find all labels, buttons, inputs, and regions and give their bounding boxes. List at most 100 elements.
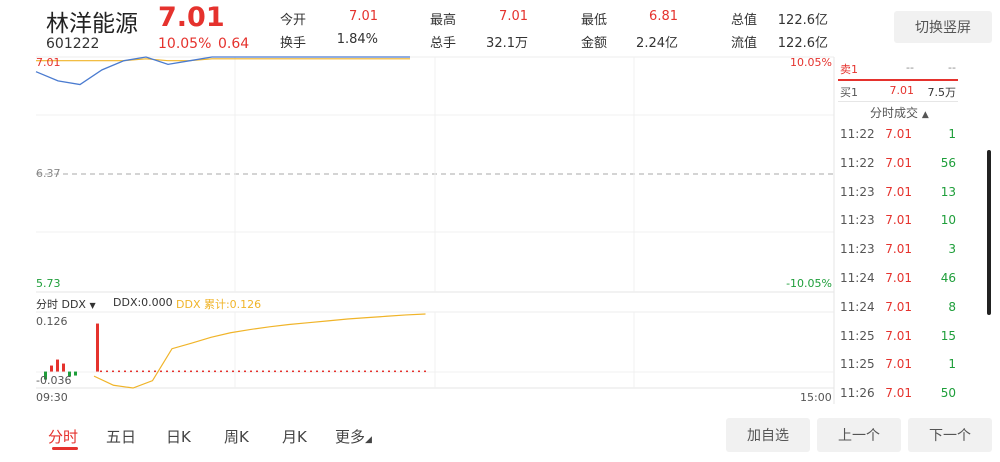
- tick-price: 7.01: [885, 213, 912, 228]
- tick-price: 7.01: [885, 299, 912, 314]
- tab-monthly-k[interactable]: 月K: [282, 426, 307, 447]
- tick-time: 11:24: [840, 271, 875, 285]
- ddx-bar: [118, 370, 120, 373]
- tab-intraday[interactable]: 分时: [48, 426, 78, 447]
- ddx-bar: [316, 370, 318, 373]
- tab-more[interactable]: 更多◢: [335, 426, 372, 447]
- average-price-line: [36, 58, 410, 62]
- ticks-title[interactable]: 分时成交 ▲: [870, 104, 929, 121]
- tick-time: 11:22: [840, 155, 875, 170]
- tick-time: 11:24: [840, 299, 875, 314]
- caret-up-icon: ▲: [921, 110, 929, 120]
- tick-time: 11:25: [840, 357, 875, 372]
- indicator-bottom-value: -0.036: [36, 374, 72, 387]
- tick-volume: 56: [940, 155, 956, 170]
- ddx-bar: [202, 370, 204, 373]
- tick-price: 7.01: [885, 328, 912, 343]
- ddx-bar: [334, 370, 336, 373]
- ddx-bar: [214, 370, 216, 373]
- tick-volume: 8: [948, 299, 956, 314]
- ddx-bar: [96, 323, 99, 372]
- ddx-bar: [346, 370, 348, 373]
- ddx-bar: [220, 370, 222, 373]
- ddx-bar: [112, 370, 114, 373]
- ddx-bar: [340, 370, 342, 373]
- tick-time: 11:23: [840, 184, 875, 199]
- ddx-bar: [304, 370, 306, 373]
- ticks-title-label: 分时成交: [870, 106, 919, 120]
- ddx-bar: [364, 370, 366, 373]
- ddx-bar: [190, 370, 192, 373]
- orderbook-divider: [838, 79, 958, 81]
- ddx-bar: [232, 370, 234, 373]
- ddx-bar: [292, 370, 294, 373]
- ddx-bar: [280, 370, 282, 373]
- ddx-bar: [166, 370, 168, 373]
- tab-daily-k[interactable]: 日K: [166, 426, 191, 447]
- previous-stock-button[interactable]: 上一个: [817, 418, 901, 452]
- tick-time: 11:22: [840, 127, 875, 141]
- ddx-value: DDX:0.000: [113, 296, 173, 309]
- ddx-bar: [244, 370, 246, 373]
- time-end-label: 15:00: [800, 391, 832, 404]
- ddx-bar: [130, 370, 132, 373]
- ddx-bar: [208, 370, 210, 373]
- ddx-bar: [142, 370, 144, 373]
- sell1-volume: --: [948, 61, 956, 74]
- tab-five-day[interactable]: 五日: [106, 426, 136, 447]
- axis-top-pct: 10.05%: [790, 56, 832, 69]
- ddx-bar: [328, 370, 330, 373]
- ddx-bar: [418, 370, 420, 373]
- ddx-bar: [406, 370, 408, 373]
- tick-price: 7.01: [885, 386, 912, 401]
- ddx-bar: [178, 370, 180, 373]
- axis-bottom-price: 5.73: [36, 277, 61, 290]
- tick-volume: 15: [940, 328, 956, 343]
- tick-price: 7.01: [885, 271, 912, 285]
- next-stock-button[interactable]: 下一个: [908, 418, 992, 452]
- time-start-label: 09:30: [36, 391, 68, 404]
- ddx-bar: [412, 370, 414, 373]
- ddx-bar: [238, 370, 240, 373]
- ddx-bar: [226, 370, 228, 373]
- ddx-bar: [394, 370, 396, 373]
- ddx-bar: [310, 370, 312, 373]
- ddx-bar: [50, 365, 53, 372]
- ddx-bar: [352, 370, 354, 373]
- tick-time: 11:23: [840, 213, 875, 228]
- ddx-bar: [148, 370, 150, 373]
- ddx-cumulative-line: [93, 313, 426, 389]
- ddx-bar: [124, 370, 126, 373]
- ddx-bar: [172, 370, 174, 373]
- tab-weekly-k[interactable]: 周K: [224, 426, 249, 447]
- ddx-bar: [400, 370, 402, 373]
- axis-mid-price: 6.37: [36, 167, 61, 180]
- add-watchlist-button[interactable]: 加自选: [726, 418, 810, 452]
- tick-volume: 1: [948, 127, 956, 141]
- corner-arrow-icon: ◢: [365, 435, 372, 445]
- dropdown-icon: ▼: [89, 301, 96, 310]
- ddx-bar: [62, 363, 65, 372]
- axis-bottom-pct: -10.05%: [786, 277, 832, 290]
- tick-volume: 46: [940, 271, 956, 285]
- ddx-bar: [74, 371, 77, 376]
- tick-list-scrollbar[interactable]: [987, 150, 991, 315]
- ddx-bar: [100, 370, 102, 373]
- ddx-bar: [262, 370, 264, 373]
- ddx-bar: [322, 370, 324, 373]
- tick-volume: 50: [940, 386, 956, 401]
- tick-price: 7.01: [885, 357, 912, 372]
- ddx-bar: [376, 370, 378, 373]
- indicator-selector-label: 分时 DDX: [36, 298, 86, 311]
- ddx-bar: [136, 370, 138, 373]
- tick-price: 7.01: [885, 155, 912, 170]
- tick-price: 7.01: [885, 184, 912, 199]
- ddx-bar: [154, 370, 156, 373]
- ddx-bar: [184, 370, 186, 373]
- buy1-label: 买1: [840, 86, 858, 99]
- indicator-selector[interactable]: 分时 DDX ▼: [36, 296, 96, 312]
- tick-time: 11:26: [840, 386, 875, 401]
- buy1-volume: 7.5万: [927, 86, 957, 99]
- ddx-bar: [358, 370, 360, 373]
- tab-active-indicator: [52, 447, 78, 450]
